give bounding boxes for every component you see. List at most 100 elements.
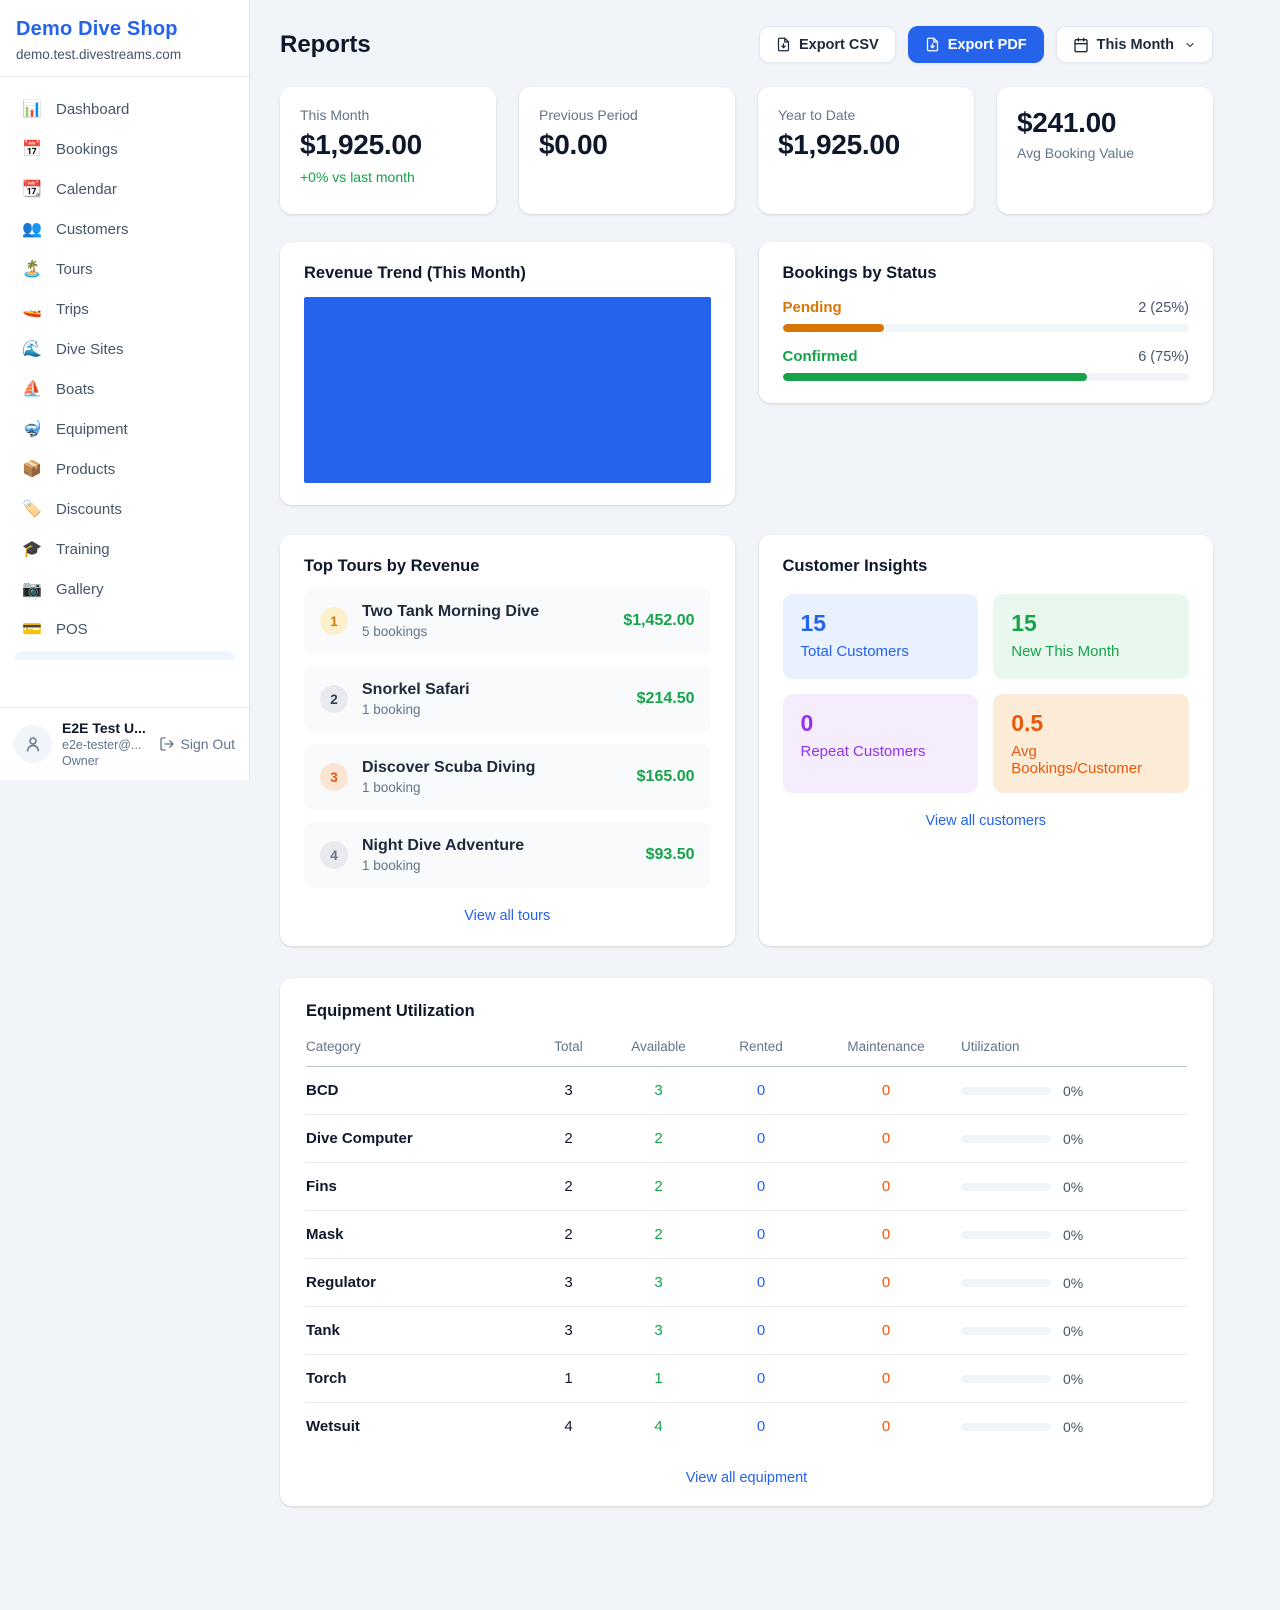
avatar: [14, 725, 52, 763]
sidebar-item-calendar[interactable]: 📆 Calendar: [8, 169, 241, 209]
equipment-utilization-panel: Equipment Utilization Category Total Ava…: [280, 978, 1213, 1506]
equipment-available: 2: [606, 1178, 711, 1195]
equipment-available: 4: [606, 1418, 711, 1435]
tile-value: 0: [801, 710, 961, 737]
trips-boat-icon: 🚤: [22, 299, 42, 319]
equipment-rented: 0: [711, 1322, 811, 1339]
export-pdf-button[interactable]: Export PDF: [908, 26, 1044, 63]
sidebar-item-customers[interactable]: 👥 Customers: [8, 209, 241, 249]
sidebar-item-dive-sites[interactable]: 🌊 Dive Sites: [8, 329, 241, 369]
stat-value: $0.00: [539, 129, 715, 161]
equipment-category: Fins: [306, 1178, 531, 1195]
equipment-rented: 0: [711, 1418, 811, 1435]
sidebar-item-discounts[interactable]: 🏷️ Discounts: [8, 489, 241, 529]
sidebar-item-bookings[interactable]: 📅 Bookings: [8, 129, 241, 169]
equipment-available: 3: [606, 1274, 711, 1291]
sidebar-item-label: Customers: [56, 221, 129, 238]
status-label: Confirmed: [783, 348, 858, 365]
tag-icon: 🏷️: [22, 499, 42, 519]
status-bar-track: [783, 373, 1190, 381]
view-all-equipment-link[interactable]: View all equipment: [306, 1470, 1187, 1486]
calendar-icon: [1073, 37, 1089, 53]
equipment-maintenance: 0: [811, 1322, 961, 1339]
equipment-rented: 0: [711, 1274, 811, 1291]
sidebar-item-label: Training: [56, 541, 110, 558]
equipment-maintenance: 0: [811, 1178, 961, 1195]
revenue-trend-title: Revenue Trend (This Month): [304, 264, 711, 283]
equipment-available: 3: [606, 1082, 711, 1099]
status-bar-fill: [783, 373, 1088, 381]
sidebar-item-pos[interactable]: 💳 POS: [8, 609, 241, 649]
sidebar-item-products[interactable]: 📦 Products: [8, 449, 241, 489]
stat-card-previous-period: Previous Period $0.00: [519, 87, 735, 214]
table-row: BCD 3 3 0 0 0%: [306, 1067, 1187, 1115]
sidebar-item-dashboard[interactable]: 📊 Dashboard: [8, 89, 241, 129]
sidebar-item-tours[interactable]: 🏝️ Tours: [8, 249, 241, 289]
rank-badge: 3: [320, 763, 348, 791]
sidebar-item-label: Bookings: [56, 141, 118, 158]
equipment-maintenance: 0: [811, 1418, 961, 1435]
status-count: 2 (25%): [1138, 300, 1189, 316]
equipment-maintenance: 0: [811, 1274, 961, 1291]
top-tours-panel: Top Tours by Revenue 1 Two Tank Morning …: [280, 535, 735, 946]
user-info: E2E Test U... e2e-tester@... Owner: [62, 720, 149, 768]
equipment-category: Regulator: [306, 1274, 531, 1291]
insights-row: Top Tours by Revenue 1 Two Tank Morning …: [280, 535, 1213, 946]
tour-name: Night Dive Adventure: [362, 837, 632, 855]
equipment-maintenance: 0: [811, 1082, 961, 1099]
sidebar-item-label: Boats: [56, 381, 94, 398]
revenue-trend-panel: Revenue Trend (This Month): [280, 242, 735, 505]
credit-card-icon: 💳: [22, 619, 42, 639]
utilization-percent: 0%: [1063, 1419, 1083, 1435]
sign-out-label: Sign Out: [181, 736, 235, 752]
equipment-total: 3: [531, 1274, 606, 1291]
view-all-customers-link[interactable]: View all customers: [783, 813, 1190, 829]
equipment-total: 2: [531, 1130, 606, 1147]
export-csv-label: Export CSV: [799, 37, 879, 53]
header-actions: Export CSV Export PDF This Month: [759, 26, 1213, 63]
file-icon: [925, 37, 940, 52]
utilization-bar-track: [961, 1375, 1051, 1383]
equipment-rented: 0: [711, 1370, 811, 1387]
stat-label: Avg Booking Value: [1017, 145, 1193, 161]
sidebar-item-label: Discounts: [56, 501, 122, 518]
main-content: Reports Export CSV Export PDF This Month…: [250, 0, 1280, 1610]
status-bar-fill: [783, 324, 885, 332]
status-row-confirmed: Confirmed 6 (75%): [783, 348, 1190, 381]
sidebar-item-training[interactable]: 🎓 Training: [8, 529, 241, 569]
col-total: Total: [531, 1039, 606, 1054]
charts-row: Revenue Trend (This Month) Bookings by S…: [280, 242, 1213, 505]
tile-new-this-month: 15 New This Month: [993, 594, 1189, 679]
equipment-maintenance: 0: [811, 1370, 961, 1387]
tile-value: 15: [1011, 610, 1171, 637]
user-name: E2E Test U...: [62, 720, 149, 736]
sign-out-button[interactable]: Sign Out: [159, 736, 235, 752]
tile-repeat-customers: 0 Repeat Customers: [783, 694, 979, 793]
sidebar-item-boats[interactable]: ⛵ Boats: [8, 369, 241, 409]
equipment-utilization-title: Equipment Utilization: [306, 1002, 1187, 1021]
tour-bookings: 1 booking: [362, 780, 623, 795]
rank-badge: 2: [320, 685, 348, 713]
tour-bookings: 1 booking: [362, 702, 623, 717]
sidebar-item-trips[interactable]: 🚤 Trips: [8, 289, 241, 329]
sidebar-item-equipment[interactable]: 🤿 Equipment: [8, 409, 241, 449]
col-utilization: Utilization: [961, 1039, 1187, 1054]
tile-total-customers: 15 Total Customers: [783, 594, 979, 679]
sidebar-item-label: POS: [56, 621, 88, 638]
calendar-icon: 📆: [22, 179, 42, 199]
graduation-cap-icon: 🎓: [22, 539, 42, 559]
period-selector[interactable]: This Month: [1056, 26, 1213, 63]
utilization-bar-track: [961, 1423, 1051, 1431]
stat-label: This Month: [300, 107, 476, 123]
equipment-rented: 0: [711, 1130, 811, 1147]
sidebar-item-active-partial[interactable]: [14, 651, 235, 660]
export-csv-button[interactable]: Export CSV: [759, 26, 896, 63]
sidebar-user-footer: E2E Test U... e2e-tester@... Owner Sign …: [0, 707, 249, 780]
equipment-total: 3: [531, 1322, 606, 1339]
col-category: Category: [306, 1039, 531, 1054]
view-all-tours-link[interactable]: View all tours: [304, 908, 711, 924]
utilization-percent: 0%: [1063, 1275, 1083, 1291]
status-bar-track: [783, 324, 1190, 332]
sidebar-item-gallery[interactable]: 📷 Gallery: [8, 569, 241, 609]
tile-label: Total Customers: [801, 643, 961, 660]
